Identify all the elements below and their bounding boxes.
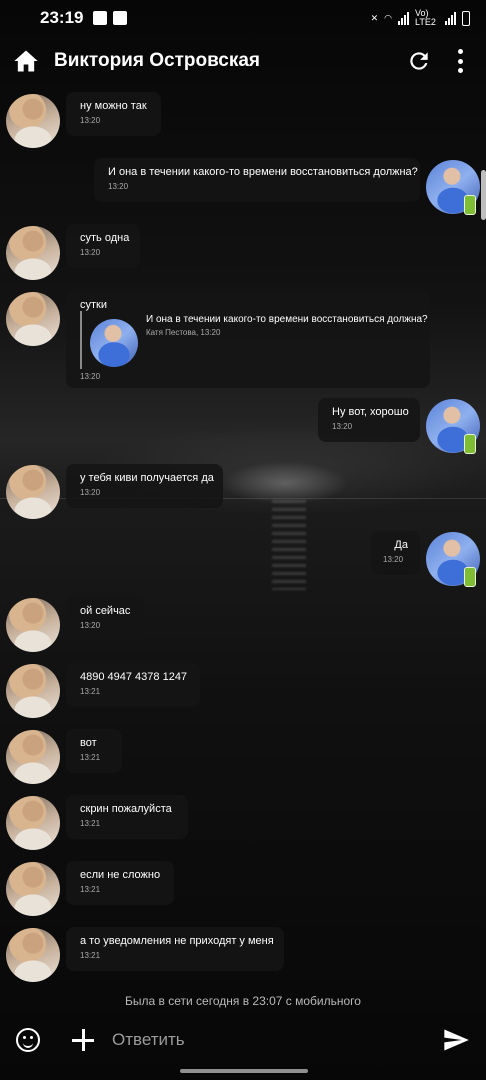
mobile-status-icon <box>464 195 476 215</box>
message-time: 13:20 <box>108 182 129 191</box>
background-moon-reflection <box>272 500 306 590</box>
signal-2-icon <box>445 11 456 25</box>
mute-icon: ✕ <box>370 12 379 23</box>
message-text: И она в течении какого-то времени восста… <box>108 166 418 178</box>
quote-text: И она в течении какого-то времени восста… <box>146 314 428 325</box>
message-time: 13:20 <box>332 422 353 431</box>
quoted-message[interactable]: И она в течении какого-то времени восста… <box>80 311 428 369</box>
quote-author: Катя Пестова, 13:20 <box>146 328 221 337</box>
mobile-status-icon <box>464 434 476 454</box>
message-text: суть одна <box>80 232 130 244</box>
message-bubble-outgoing[interactable]: И она в течении какого-то времени восста… <box>94 158 420 202</box>
mobile-status-icon <box>464 567 476 587</box>
quote-avatar <box>90 319 138 367</box>
message-text: если не сложно <box>80 869 161 881</box>
message-time: 13:21 <box>80 951 101 960</box>
contact-avatar[interactable] <box>6 664 60 718</box>
send-icon[interactable] <box>442 1026 470 1054</box>
message-text: у тебя киви получается да <box>80 472 214 484</box>
message-bubble-outgoing[interactable]: Да 13:20 <box>371 531 420 575</box>
message-text: скрин пожалуйста <box>80 803 172 815</box>
message-time: 13:20 <box>80 372 101 381</box>
refresh-icon[interactable] <box>406 48 432 74</box>
contact-avatar[interactable] <box>6 465 60 519</box>
message-time: 13:21 <box>80 819 101 828</box>
status-bar: 23:19 ✕ ◠ Vo) LTE2 <box>0 0 486 36</box>
message-bubble-incoming[interactable]: а то уведомления не приходят у меня 13:2… <box>66 927 284 971</box>
reply-bar <box>0 1018 486 1062</box>
message-text: 4890 4947 4378 1247 <box>80 671 188 683</box>
message-text: а то уведомления не приходят у меня <box>80 935 274 947</box>
message-bubble-incoming[interactable]: ну можно так 13:20 <box>66 92 161 136</box>
wifi-icon: ◠ <box>384 12 392 23</box>
message-text: Ну вот, хорошо <box>332 406 409 418</box>
message-time: 13:21 <box>80 753 101 762</box>
message-time: 13:20 <box>80 621 101 630</box>
signal-icon <box>398 11 409 25</box>
reply-input[interactable] <box>112 1030 434 1050</box>
attach-plus-icon[interactable] <box>72 1029 94 1051</box>
message-text: ой сейчас <box>80 605 131 617</box>
home-icon[interactable] <box>12 47 40 75</box>
quote-bar <box>80 311 82 369</box>
message-bubble-incoming[interactable]: ой сейчас 13:20 <box>66 597 144 641</box>
message-time: 13:20 <box>80 488 101 497</box>
contact-avatar[interactable] <box>6 796 60 850</box>
contact-avatar[interactable] <box>6 292 60 346</box>
scrollbar[interactable] <box>481 170 486 220</box>
message-bubble-incoming[interactable]: сутки И она в течении какого-то времени … <box>66 291 430 388</box>
contact-avatar[interactable] <box>6 862 60 916</box>
message-text: вот <box>80 737 97 749</box>
gesture-nav-bar[interactable] <box>180 1069 308 1073</box>
message-bubble-incoming[interactable]: 4890 4947 4378 1247 13:21 <box>66 663 200 707</box>
message-time: 13:20 <box>80 116 101 125</box>
emoji-icon[interactable] <box>16 1028 40 1052</box>
chat-header: Виктория Островская <box>0 36 486 86</box>
message-bubble-incoming[interactable]: скрин пожалуйста 13:21 <box>66 795 188 839</box>
message-bubble-outgoing[interactable]: Ну вот, хорошо 13:20 <box>318 398 420 442</box>
contact-avatar[interactable] <box>6 226 60 280</box>
status-time: 23:19 <box>40 8 84 27</box>
contact-avatar[interactable] <box>6 94 60 148</box>
message-text: ну можно так <box>80 100 147 112</box>
chat-title[interactable]: Виктория Островская <box>54 50 406 72</box>
contact-avatar[interactable] <box>6 598 60 652</box>
contact-avatar[interactable] <box>6 928 60 982</box>
check-notification-icon <box>113 11 128 25</box>
message-time: 13:20 <box>383 555 404 564</box>
message-bubble-incoming[interactable]: у тебя киви получается да 13:20 <box>66 464 223 508</box>
contact-avatar[interactable] <box>6 730 60 784</box>
message-text: сутки <box>80 299 107 311</box>
message-bubble-incoming[interactable]: вот 13:21 <box>66 729 122 773</box>
message-bubble-incoming[interactable]: если не сложно 13:21 <box>66 861 174 905</box>
more-vert-icon[interactable] <box>458 49 464 73</box>
message-bubble-incoming[interactable]: суть одна 13:20 <box>66 224 140 268</box>
battery-icon <box>462 10 470 26</box>
message-time: 13:20 <box>80 248 101 257</box>
last-seen-status: Была в сети сегодня в 23:07 с мобильного <box>125 994 361 1008</box>
message-text: Да <box>394 539 408 551</box>
message-time: 13:21 <box>80 687 101 696</box>
message-time: 13:21 <box>80 885 101 894</box>
network-label: Vo) LTE2 <box>415 8 436 27</box>
